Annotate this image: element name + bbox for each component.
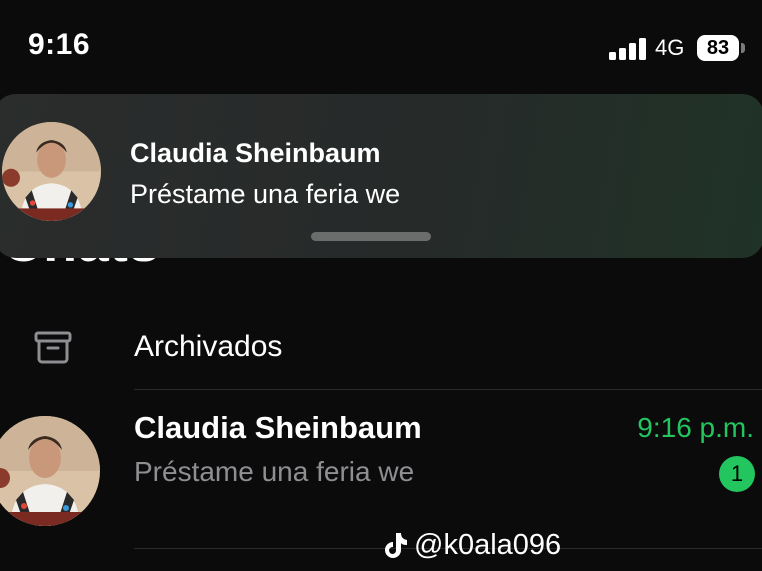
- archived-label: Archivados: [134, 330, 283, 363]
- notification-drag-handle[interactable]: [311, 232, 431, 241]
- archived-chats-row[interactable]: Archivados: [0, 310, 762, 388]
- battery-tip: [741, 43, 745, 53]
- person-photo-avatar-icon: [0, 416, 100, 526]
- notification-avatar: [2, 122, 101, 221]
- archive-box-icon: [34, 331, 72, 364]
- network-type-label: 4G: [655, 35, 685, 60]
- watermark: @k0ala096: [382, 527, 561, 563]
- watermark-handle: @k0ala096: [414, 528, 562, 561]
- message-notification-banner[interactable]: Claudia Sheinbaum Préstame una feria we: [0, 94, 762, 258]
- chat-message-preview: Préstame una feria we: [134, 456, 415, 487]
- avatar[interactable]: [0, 416, 100, 526]
- person-photo-avatar-icon: [2, 122, 101, 221]
- chat-list-item[interactable]: Claudia Sheinbaum 9:16 p.m. Préstame una…: [0, 392, 762, 547]
- status-bar: 9:16 4G 83: [0, 0, 762, 90]
- cellular-signal-icon: [609, 38, 646, 60]
- chat-timestamp: 9:16 p.m.: [637, 412, 754, 443]
- status-time: 9:16: [28, 28, 91, 61]
- divider: [134, 389, 762, 390]
- notification-message: Préstame una feria we: [130, 179, 401, 209]
- battery-icon: 83: [697, 35, 739, 61]
- unread-count-badge: 1: [719, 456, 755, 492]
- tiktok-icon: [385, 533, 407, 558]
- notification-sender: Claudia Sheinbaum: [130, 138, 381, 168]
- chat-contact-name: Claudia Sheinbaum: [134, 410, 422, 445]
